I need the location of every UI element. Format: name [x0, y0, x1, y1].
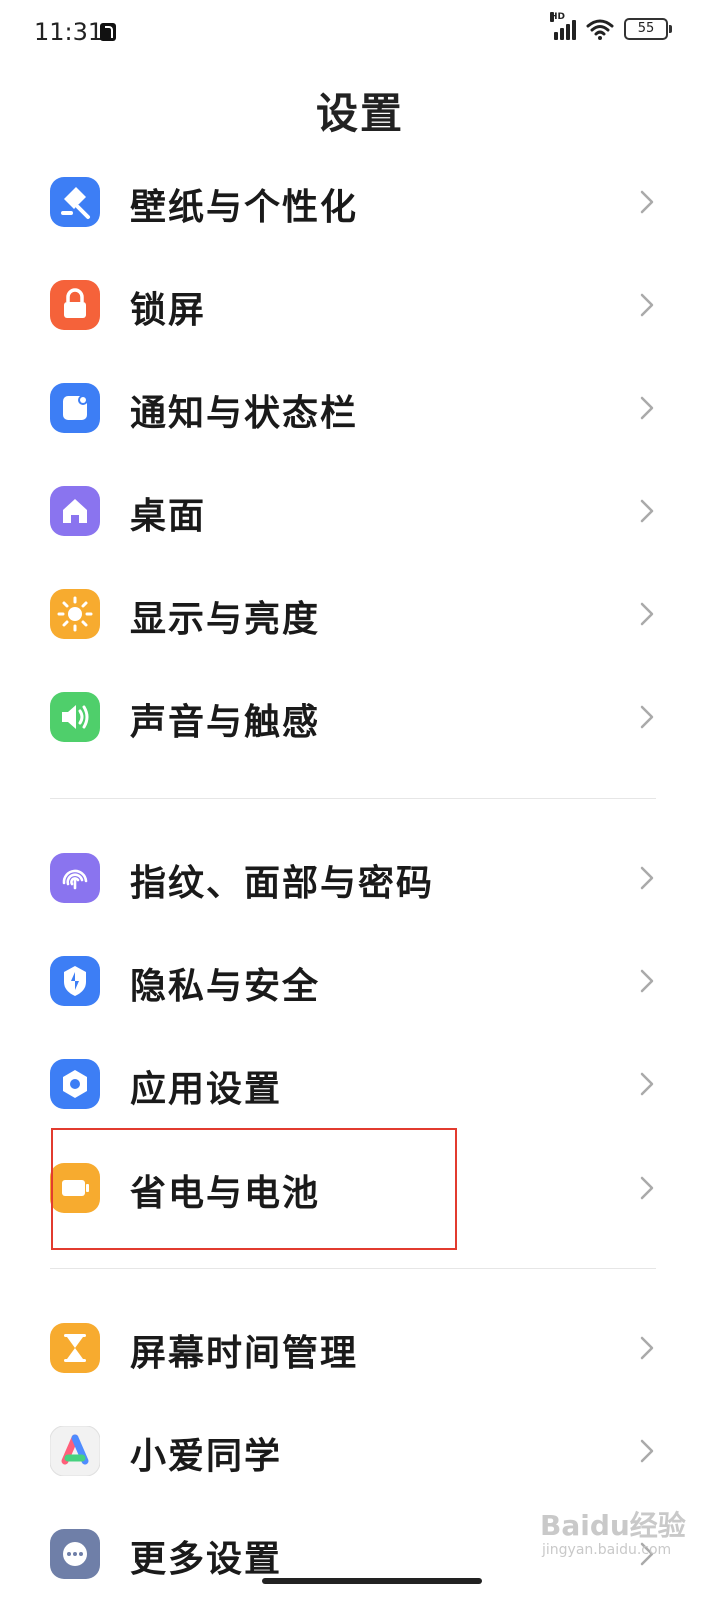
- settings-item-wallpaper[interactable]: 壁纸与个性化: [0, 152, 720, 252]
- chevron-right-icon: [640, 969, 654, 993]
- baidu-watermark: Baidu经验: [540, 1509, 686, 1542]
- more-dots-icon: [50, 1529, 100, 1579]
- battery-indicator: 55: [624, 18, 672, 40]
- app-hexagon-icon: [50, 1059, 100, 1109]
- chevron-right-icon: [640, 1176, 654, 1200]
- chevron-right-icon: [640, 602, 654, 626]
- hourglass-icon: [50, 1323, 100, 1373]
- chevron-right-icon: [640, 293, 654, 317]
- settings-item-label: 声音与触感: [130, 702, 321, 743]
- settings-item-app-settings[interactable]: 应用设置: [0, 1034, 720, 1134]
- settings-item-label: 更多设置: [130, 1539, 283, 1580]
- wallpaper-brush-icon: [50, 177, 100, 227]
- xiaoai-assistant-icon: [50, 1426, 100, 1476]
- settings-item-label: 指纹、面部与密码: [130, 863, 435, 904]
- settings-item-label: 小爱同学: [130, 1436, 283, 1477]
- section-divider: [50, 798, 656, 799]
- chevron-right-icon: [640, 499, 654, 523]
- settings-item-label: 通知与状态栏: [130, 393, 359, 434]
- chevron-right-icon: [640, 190, 654, 214]
- settings-item-label: 隐私与安全: [130, 966, 321, 1007]
- sun-icon: [50, 589, 100, 639]
- settings-item-label: 显示与亮度: [130, 599, 321, 640]
- chevron-right-icon: [640, 705, 654, 729]
- settings-item-display[interactable]: 显示与亮度: [0, 564, 720, 664]
- settings-item-privacy-security[interactable]: 隐私与安全: [0, 931, 720, 1031]
- fingerprint-icon: [50, 853, 100, 903]
- settings-item-screen-time[interactable]: 屏幕时间管理: [0, 1298, 720, 1398]
- hd-tag: HD: [550, 12, 566, 22]
- wifi-icon: [586, 19, 614, 40]
- status-icons: HD 55: [550, 12, 672, 40]
- home-indicator[interactable]: [262, 1578, 482, 1584]
- settings-item-xiaoai[interactable]: 小爱同学: [0, 1401, 720, 1501]
- chevron-right-icon: [640, 1336, 654, 1360]
- chevron-right-icon: [640, 866, 654, 890]
- tiktok-notification-icon: [100, 23, 116, 41]
- settings-item-lock-screen[interactable]: 锁屏: [0, 255, 720, 355]
- home-icon: [50, 486, 100, 536]
- chevron-right-icon: [640, 1072, 654, 1096]
- settings-item-sound[interactable]: 声音与触感: [0, 667, 720, 767]
- status-time: 11:31: [34, 18, 104, 46]
- settings-item-fingerprint-face-password[interactable]: 指纹、面部与密码: [0, 828, 720, 928]
- highlight-annotation-box: [51, 1128, 457, 1250]
- signal-icon: HD: [550, 12, 576, 40]
- settings-item-label: 应用设置: [130, 1069, 283, 1110]
- chevron-right-icon: [640, 396, 654, 420]
- settings-item-label: 屏幕时间管理: [130, 1333, 359, 1374]
- settings-item-label: 锁屏: [130, 290, 207, 331]
- privacy-shield-icon: [50, 956, 100, 1006]
- page-title: 设置: [315, 89, 404, 138]
- settings-item-home-screen[interactable]: 桌面: [0, 461, 720, 561]
- section-divider: [50, 1268, 656, 1269]
- baidu-watermark-url: jingyan.baidu.com: [542, 1542, 672, 1558]
- settings-item-label: 壁纸与个性化: [130, 187, 359, 228]
- settings-item-label: 桌面: [130, 496, 207, 537]
- settings-item-notifications[interactable]: 通知与状态栏: [0, 358, 720, 458]
- status-bar: 11:31 HD 55: [0, 0, 720, 66]
- chevron-right-icon: [640, 1439, 654, 1463]
- lock-icon: [50, 280, 100, 330]
- speaker-icon: [50, 692, 100, 742]
- notification-icon: [50, 383, 100, 433]
